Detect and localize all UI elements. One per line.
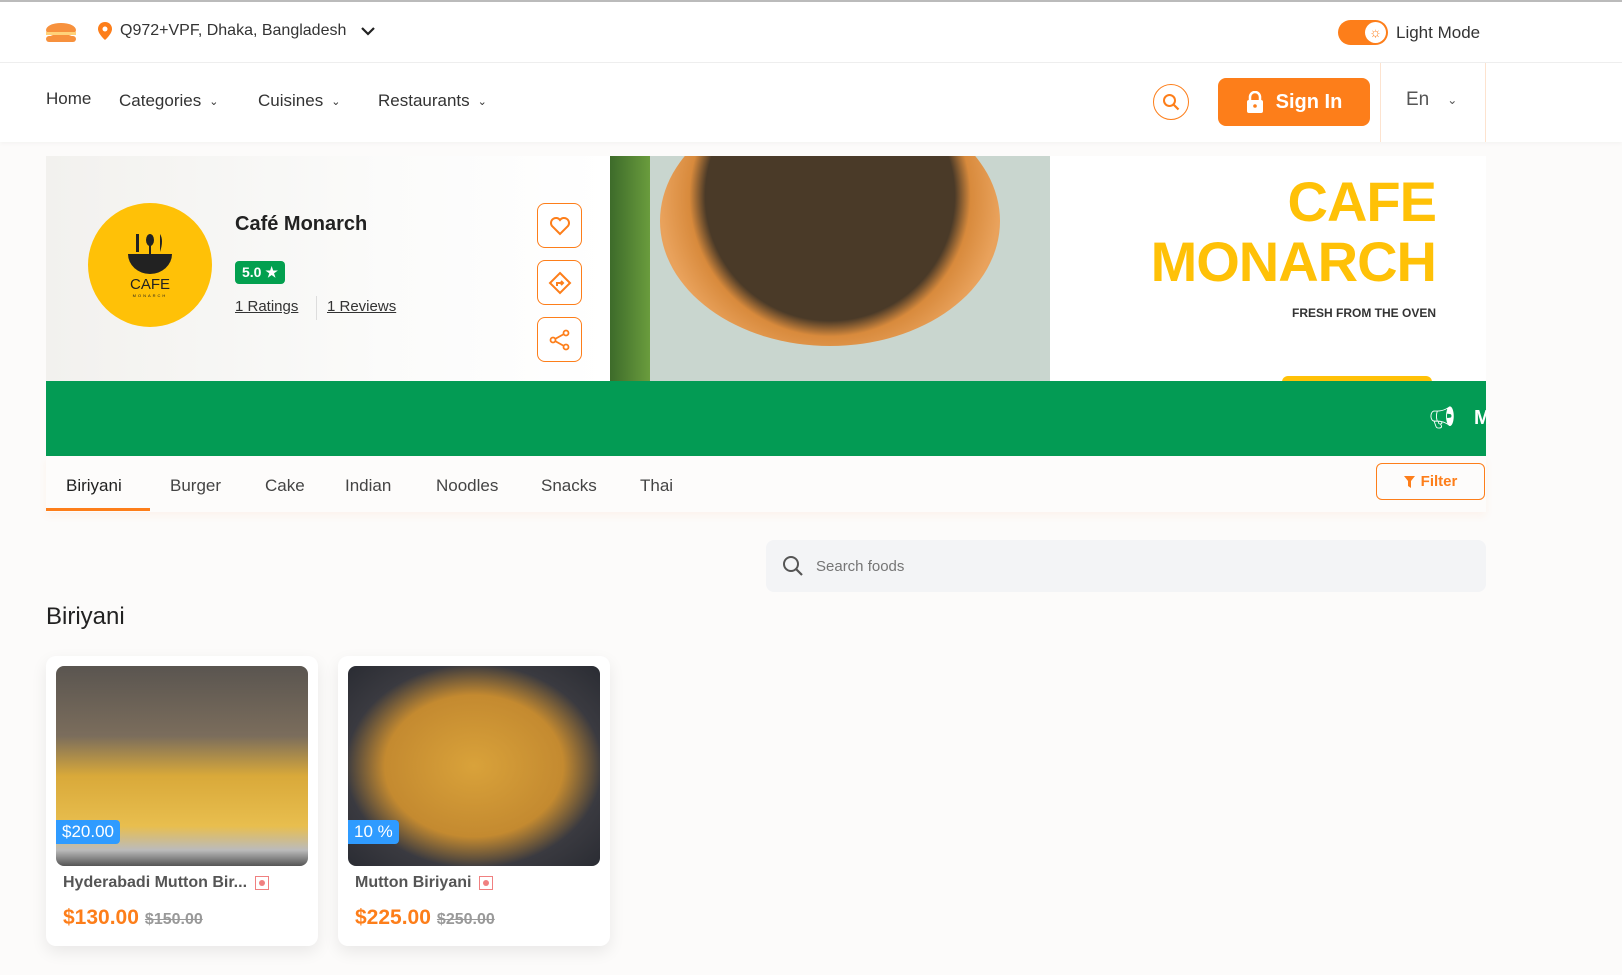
announcement-bar: 📢︎ M (46, 381, 1491, 456)
chevron-down-icon: ⌄ (209, 95, 219, 108)
cover-tagline: FRESH FROM THE OVEN (1291, 306, 1436, 320)
nav-restaurants[interactable]: Restaurants ⌄ (378, 91, 487, 111)
reviews-link[interactable]: 1 Reviews (327, 298, 396, 315)
theme-toggle[interactable]: ☼ (1338, 20, 1388, 45)
cover-image: CAFE MONARCH FRESH FROM THE OVEN (610, 156, 1486, 382)
logo-icon[interactable] (45, 22, 77, 44)
discount-badge: $20.00 (56, 820, 120, 844)
heart-icon (549, 216, 570, 235)
location-selector[interactable]: Q972+VPF, Dhaka, Bangladesh (98, 22, 376, 40)
tab-cake[interactable]: Cake (265, 476, 305, 496)
section-title: Biriyani (46, 603, 125, 630)
restaurant-logo: CAFE MONARCH (88, 203, 212, 327)
location-text: Q972+VPF, Dhaka, Bangladesh (120, 22, 347, 39)
logo-subtext: MONARCH (132, 293, 168, 298)
theme-label: Light Mode (1396, 23, 1481, 42)
search-icon (1163, 94, 1180, 111)
ratings-link[interactable]: 1 Ratings (235, 298, 298, 315)
cover-title-line2: MONARCH (1150, 230, 1437, 293)
food-name-row: Hyderabadi Mutton Bir... (63, 874, 270, 892)
category-tabs: Biriyani Burger Cake Indian Noodles Snac… (46, 456, 1486, 512)
main-nav: Home Categories ⌄ Cuisines ⌄ Restaurants ⌄ … (0, 63, 1622, 142)
tab-indian[interactable]: Indian (345, 476, 391, 496)
tab-noodles[interactable]: Noodles (436, 476, 498, 496)
tab-thai[interactable]: Thai (640, 476, 673, 496)
sign-in-label: Sign In (1275, 90, 1343, 113)
food-card[interactable]: 10 % Mutton Biriyani $225.00 $250.00 (338, 656, 610, 946)
cutlery-bowl-icon (128, 234, 172, 274)
search-foods-field[interactable] (766, 540, 1486, 592)
greens-image (610, 156, 650, 382)
nav-categories[interactable]: Categories ⌄ (119, 91, 218, 111)
food-price-row: $225.00 $250.00 (355, 906, 495, 930)
location-pin-icon (98, 22, 112, 40)
food-image: 10 % (348, 666, 600, 866)
language-select[interactable]: En ⌄ (1406, 89, 1457, 111)
tab-biriyani[interactable]: Biriyani (66, 476, 122, 496)
lock-icon (1246, 91, 1263, 113)
directions-icon (548, 271, 571, 294)
food-card[interactable]: $20.00 Hyderabadi Mutton Bir... $130.00 $… (46, 656, 318, 946)
food-price: $130.00 (63, 906, 139, 929)
sun-icon: ☼ (1365, 22, 1386, 43)
filter-button[interactable]: Filter (1376, 463, 1485, 500)
divider (1485, 63, 1486, 142)
food-image: $20.00 (56, 666, 308, 866)
restaurant-banner: CAFE MONARCH Café Monarch 5.0 ★ 1 Rating… (46, 156, 1486, 382)
nav-cuisines-label: Cuisines (258, 91, 324, 110)
favorite-button[interactable] (537, 203, 582, 248)
chevron-down-icon (361, 27, 376, 36)
restaurant-info-panel: CAFE MONARCH Café Monarch 5.0 ★ 1 Rating… (46, 156, 610, 382)
filter-icon (1403, 475, 1415, 488)
nav-home[interactable]: Home (46, 89, 91, 109)
top-bar: Q972+VPF, Dhaka, Bangladesh ☼ Light Mode (0, 0, 1622, 63)
nav-home-label: Home (46, 89, 92, 108)
divider (316, 296, 317, 320)
active-tab-indicator (46, 508, 150, 511)
nav-cuisines[interactable]: Cuisines ⌄ (258, 91, 340, 111)
food-price-row: $130.00 $150.00 (63, 906, 203, 930)
sign-in-button[interactable]: Sign In (1218, 78, 1370, 126)
nav-categories-label: Categories (119, 91, 202, 110)
cover-title: CAFE MONARCH (1150, 170, 1437, 293)
logo-text: CAFE (129, 276, 170, 293)
non-veg-icon (479, 876, 494, 890)
search-foods-input[interactable] (816, 557, 1416, 575)
food-name: Hyderabadi Mutton Bir... (63, 874, 248, 891)
search-icon (783, 556, 803, 576)
chevron-down-icon: ⌄ (1447, 93, 1458, 107)
search-button[interactable] (1153, 84, 1189, 120)
discount-badge: 10 % (348, 820, 399, 844)
food-name-row: Mutton Biriyani (355, 874, 494, 892)
cover-title-line1: CAFE (1287, 170, 1437, 233)
restaurant-name: Café Monarch (235, 213, 368, 235)
share-icon (549, 329, 569, 350)
tab-burger[interactable]: Burger (170, 476, 221, 496)
filter-label: Filter (1420, 473, 1458, 490)
rating-badge: 5.0 ★ (235, 261, 285, 284)
food-old-price: $150.00 (144, 911, 203, 928)
share-button[interactable] (537, 317, 582, 362)
divider (1380, 63, 1381, 142)
non-veg-icon (255, 876, 270, 890)
language-label: En (1406, 89, 1430, 110)
announcement-text: M (1474, 407, 1491, 429)
megaphone-icon: 📢︎ (1428, 405, 1456, 430)
chevron-down-icon: ⌄ (331, 95, 341, 108)
chevron-down-icon: ⌄ (477, 95, 487, 108)
nav-restaurants-label: Restaurants (378, 91, 470, 110)
directions-button[interactable] (537, 260, 582, 305)
food-old-price: $250.00 (436, 911, 495, 928)
tab-snacks[interactable]: Snacks (541, 476, 597, 496)
food-name: Mutton Biriyani (355, 874, 472, 891)
food-price: $225.00 (355, 906, 431, 929)
